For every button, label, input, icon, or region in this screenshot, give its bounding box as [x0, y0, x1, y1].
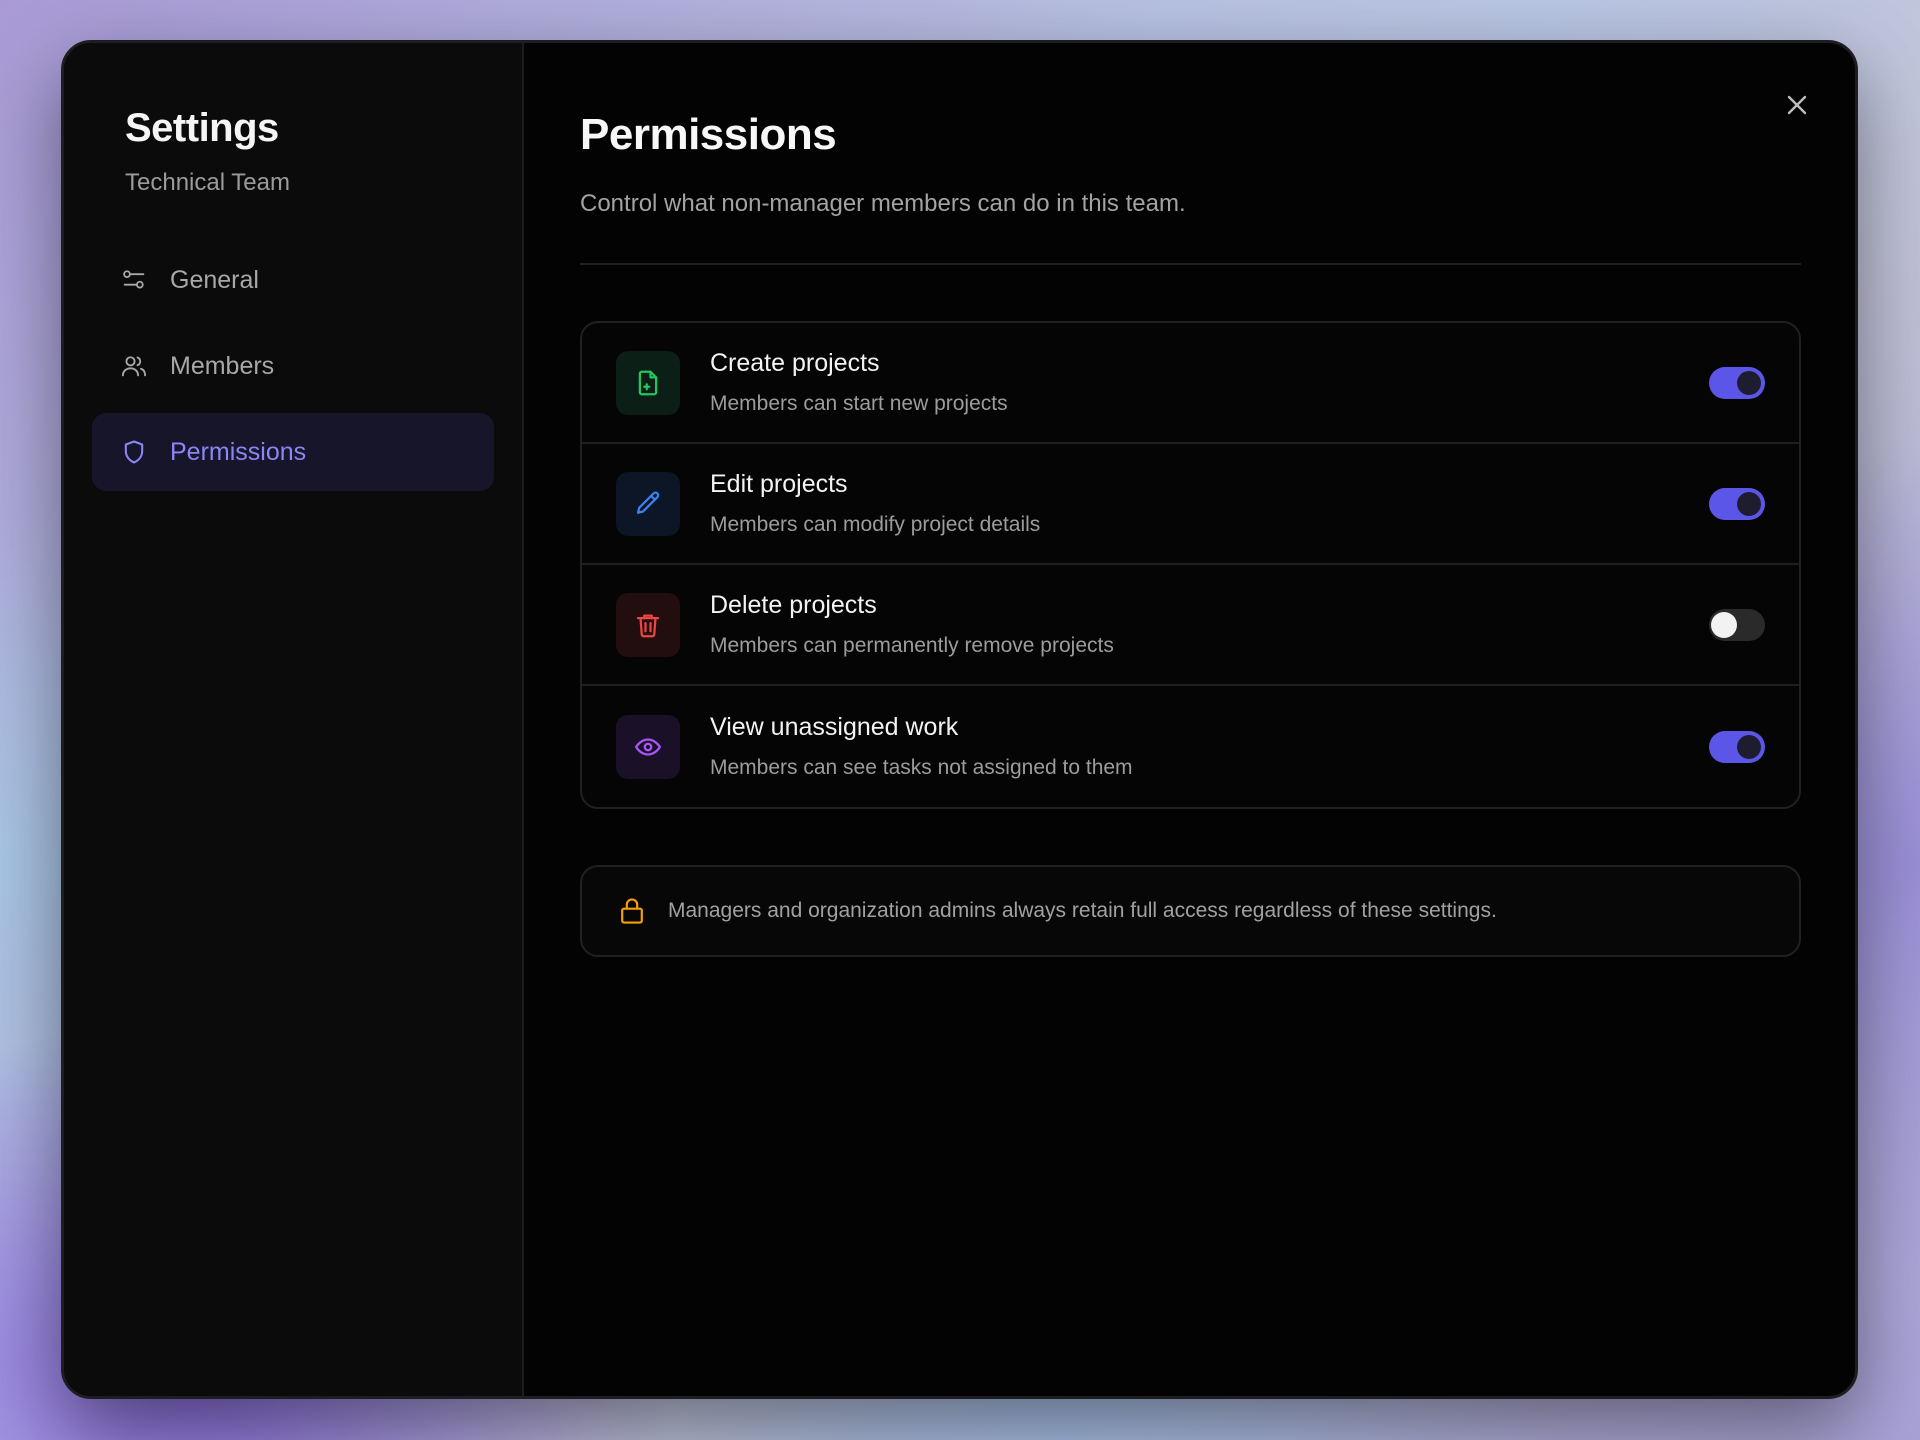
view-icon-badge	[616, 714, 680, 779]
permissions-list: Create projects Members can start new pr…	[580, 321, 1801, 809]
shield-icon	[124, 440, 144, 464]
page-title: Permissions	[580, 110, 837, 159]
permission-row-edit-projects: Edit projects Members can modify project…	[582, 444, 1799, 565]
note-text: Managers and organization admins always …	[668, 899, 1497, 922]
main-panel: Permissions Control what non-manager mem…	[524, 43, 1855, 1396]
permission-row-view-unassigned: View unassigned work Members can see tas…	[582, 686, 1799, 807]
sidebar-item-label: Permissions	[170, 437, 307, 466]
settings-nav: General Members Permissions	[92, 241, 494, 491]
close-icon[interactable]	[1781, 89, 1813, 121]
permission-title: Edit projects	[710, 470, 848, 498]
edit-icon-badge	[616, 471, 680, 536]
delete-projects-toggle[interactable]	[1709, 608, 1765, 641]
sidebar-item-label: Members	[170, 351, 275, 380]
create-projects-toggle[interactable]	[1709, 366, 1765, 399]
permission-title: Create projects	[710, 349, 880, 377]
lock-icon	[621, 898, 643, 924]
permission-row-delete-projects: Delete projects Members can permanently …	[582, 565, 1799, 686]
pencil-icon	[636, 490, 660, 514]
sliders-icon	[123, 270, 145, 289]
admin-access-note: Managers and organization admins always …	[580, 865, 1801, 957]
permission-description: Members can see tasks not assigned to th…	[710, 756, 1133, 779]
page-description: Control what non-manager members can do …	[580, 190, 1186, 217]
sidebar-item-members[interactable]: Members	[92, 327, 494, 405]
divider	[580, 263, 1801, 265]
permission-title: Delete projects	[710, 591, 877, 619]
edit-projects-toggle[interactable]	[1709, 487, 1765, 520]
team-name: Technical Team	[125, 169, 290, 196]
sidebar-item-general[interactable]: General	[92, 241, 494, 319]
sidebar: Settings Technical Team General Members	[64, 43, 524, 1396]
permission-description: Members can modify project details	[710, 513, 1041, 536]
permission-title: View unassigned work	[710, 713, 959, 741]
trash-icon	[636, 614, 660, 637]
file-plus-icon	[638, 370, 658, 395]
create-icon-badge	[616, 350, 680, 415]
settings-dialog: Settings Technical Team General Members	[61, 40, 1858, 1399]
permission-description: Members can permanently remove projects	[710, 634, 1114, 657]
permission-row-create-projects: Create projects Members can start new pr…	[582, 323, 1799, 444]
sidebar-item-label: General	[170, 265, 259, 294]
sidebar-item-permissions[interactable]: Permissions	[92, 413, 494, 491]
eye-icon	[635, 737, 661, 756]
permission-description: Members can start new projects	[710, 392, 1008, 415]
delete-icon-badge	[616, 592, 680, 657]
users-icon	[121, 356, 147, 377]
view-unassigned-toggle[interactable]	[1709, 730, 1765, 763]
sidebar-title: Settings	[125, 106, 279, 150]
